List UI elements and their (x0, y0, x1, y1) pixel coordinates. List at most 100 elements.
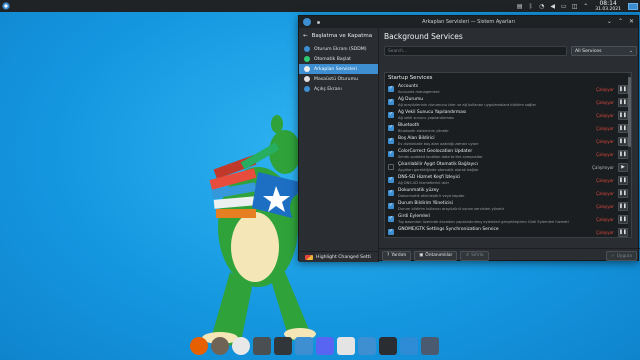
window-titlebar[interactable]: Arkaplan Servisleri — Sistem Ayarları ⌄ … (299, 16, 638, 28)
service-status: Çalışıyor (596, 152, 614, 157)
sidebar-item[interactable]: Otomatik Başlat (299, 54, 378, 64)
defaults-button[interactable]: ▣ Öntanımlılar (414, 250, 458, 261)
game-icon[interactable] (337, 337, 355, 355)
service-enabled-checkbox[interactable] (388, 150, 394, 157)
service-enabled-checkbox[interactable] (388, 176, 394, 183)
stop-service-button[interactable]: ❚❚ (618, 137, 628, 146)
services-list[interactable]: Startup Services AccountsAccounts manage… (384, 72, 632, 238)
gimp-icon[interactable] (211, 337, 229, 355)
service-row[interactable]: DNS-SD Hizmet Keşfi İzleyiciAğ DNS-SD hi… (385, 174, 631, 187)
service-row[interactable]: Ağ DurumuAğ arayüzlerinin durumunu izler… (385, 96, 631, 109)
sidebar-item[interactable]: Masaüstü Oturumu (299, 74, 378, 84)
webcam-icon[interactable] (232, 337, 250, 355)
app-launcher-button[interactable] (0, 0, 12, 12)
stop-service-button[interactable]: ❚❚ (618, 98, 628, 107)
service-status: Çalışıyor (596, 100, 614, 105)
service-row[interactable]: ColorCorrect Geolocation UpdaterSends up… (385, 148, 631, 161)
stop-service-button[interactable]: ❚❚ (618, 202, 628, 211)
reset-icon: ↺ (465, 253, 470, 258)
stop-service-button[interactable]: ❚❚ (618, 85, 628, 94)
back-arrow-icon: ← (303, 33, 308, 39)
minimize-icon[interactable]: ⌄ (607, 18, 612, 26)
stop-service-button[interactable]: ❚❚ (618, 111, 628, 120)
service-status: Çalışıyor (596, 113, 614, 118)
stop-service-button[interactable]: ❚❚ (618, 228, 628, 237)
notifications-icon[interactable]: ◫ (571, 3, 578, 10)
service-description: Ağ arayüzlerinin durumunu izler ve ağ ku… (398, 102, 536, 107)
scrollbar-thumb[interactable] (628, 77, 631, 147)
sidebar-back-button[interactable]: ← Başlatma ve Kapatma (299, 28, 378, 44)
service-enabled-checkbox[interactable] (388, 189, 394, 196)
service-row[interactable]: Dokunmatik yüzeyDokunmatik etkinleştirir… (385, 187, 631, 200)
help-icon: ? (387, 253, 390, 258)
stop-service-button[interactable]: ❚❚ (618, 189, 628, 198)
service-enabled-checkbox[interactable] (388, 85, 394, 92)
show-desktop-button[interactable] (628, 2, 638, 10)
service-enabled-checkbox[interactable] (388, 111, 394, 118)
service-name: Ağ Vekil Sunucu Yapılandırması (398, 110, 467, 115)
service-enabled-checkbox[interactable] (388, 164, 394, 170)
service-name: Dokunmatik yüzey (398, 188, 439, 193)
bluetooth-icon[interactable]: ᛒ (527, 3, 534, 10)
terminal-icon[interactable] (274, 337, 292, 355)
settings-icon[interactable] (400, 337, 418, 355)
battery-icon[interactable]: ▭ (560, 3, 567, 10)
stop-service-button[interactable]: ❚❚ (618, 176, 628, 185)
service-enabled-checkbox[interactable] (388, 124, 394, 131)
service-enabled-checkbox[interactable] (388, 137, 394, 144)
maximize-icon[interactable]: ⌃ (618, 18, 623, 26)
service-row[interactable]: Çıkarılabilir Aygıt Otomatik Bağlayıcı Ay… (385, 161, 631, 174)
apply-button[interactable]: ✓ Uygula (606, 251, 637, 261)
service-row[interactable]: Ağ Vekil Sunucu YapılandırmasıAğ vekil s… (385, 109, 631, 122)
sidebar-item-label: Masaüstü Oturumu (314, 76, 358, 82)
reset-button[interactable]: ↺ Sıfırla (460, 250, 489, 261)
stop-service-button[interactable]: ❚❚ (618, 215, 628, 224)
service-row[interactable]: Boş Alan BildiriciEv dizininizde boş ala… (385, 135, 631, 148)
service-description: Tuş basımları üzerinde önceden yapılandı… (398, 219, 569, 224)
firefox-icon[interactable] (190, 337, 208, 355)
disk-icon[interactable] (253, 337, 271, 355)
scrollbar[interactable] (628, 73, 631, 237)
sidebar: ← Başlatma ve Kapatma Oturum Ekranı (SDD… (299, 28, 379, 262)
service-row[interactable]: BluetoothBluetooth sisteminin yönetir Çal… (385, 122, 631, 135)
close-icon[interactable]: ✕ (629, 18, 634, 26)
toggle-icon[interactable] (421, 337, 439, 355)
service-row[interactable]: AccountsAccounts management Çalışıyor ❚❚ (385, 83, 631, 96)
sidebar-item[interactable]: Oturum Ekranı (SDDM) (299, 44, 378, 54)
service-filter-dropdown[interactable]: All Services ⌄ (571, 46, 637, 56)
service-enabled-checkbox[interactable] (388, 98, 394, 105)
discord-icon[interactable] (316, 337, 334, 355)
highlight-changed-settings-button[interactable]: Highlight Changed Setti (299, 251, 379, 262)
network-icon[interactable]: ◔ (538, 3, 545, 10)
clock[interactable]: 08:14 31.03.2021 (595, 0, 621, 12)
service-row[interactable]: Girdi EylemleriTuş basımları üzerinde ön… (385, 213, 631, 226)
service-row[interactable]: Durum Bildirim YöneticisiDurum bildirim … (385, 200, 631, 213)
window-title: Arkaplan Servisleri — Sistem Ayarları (422, 19, 515, 25)
start-service-button[interactable]: ▶ (618, 163, 628, 172)
store-icon[interactable] (358, 337, 376, 355)
konsole-icon[interactable] (379, 337, 397, 355)
defaults-icon: ▣ (419, 253, 424, 258)
service-enabled-checkbox[interactable] (388, 215, 394, 222)
service-enabled-checkbox[interactable] (388, 202, 394, 209)
search-input[interactable]: Search... (384, 46, 567, 56)
sidebar-item[interactable]: Açılış Ekranı (299, 84, 378, 94)
service-enabled-checkbox[interactable] (388, 228, 394, 235)
service-name: GNOME/GTK Settings Synchronization Servi… (398, 227, 499, 232)
folder-icon[interactable] (295, 337, 313, 355)
tray-expand-icon[interactable]: ⌃ (582, 3, 589, 10)
volume-icon[interactable]: ◀ (549, 3, 556, 10)
clipboard-icon[interactable]: ▤ (516, 3, 523, 10)
stop-service-button[interactable]: ❚❚ (618, 150, 628, 159)
dock (188, 335, 452, 357)
sidebar-item-label: Otomatik Başlat (314, 56, 351, 62)
stop-service-button[interactable]: ❚❚ (618, 124, 628, 133)
service-status: Çalışıyor (596, 217, 614, 222)
service-description: Ağ vekil sunucu yapılandırması (398, 115, 454, 120)
system-tray: ▤ ᛒ ◔ ◀ ▭ ◫ ⌃ 08:14 31.03.2021 (516, 0, 638, 12)
service-row[interactable]: GNOME/GTK Settings Synchronization Servi… (385, 226, 631, 237)
sidebar-item[interactable]: Arkaplan Servisleri (299, 64, 378, 74)
page-title: Background Services (384, 31, 463, 41)
highlight-icon (305, 254, 313, 260)
help-button[interactable]: ? Yardım (382, 250, 412, 261)
